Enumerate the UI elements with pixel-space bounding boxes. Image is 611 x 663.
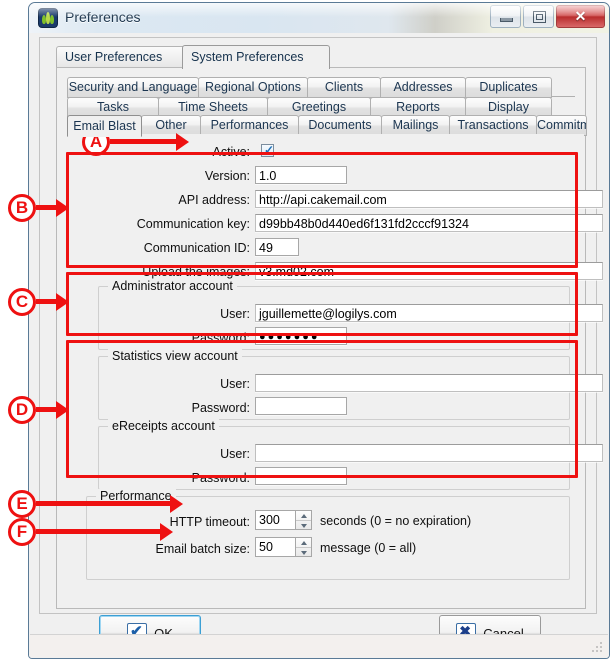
annotation-arrow-b-line (36, 205, 58, 210)
annotation-circle-b: B (8, 194, 36, 222)
restore-icon (533, 11, 546, 23)
tab-user-preferences[interactable]: User Preferences (56, 46, 198, 68)
version-input[interactable]: 1.0 (255, 166, 347, 184)
stats-password-input[interactable] (255, 397, 347, 415)
label-ereceipts-user: User: (220, 447, 250, 461)
screenshot-root: Preferences ✕ User Preferences System Pr… (0, 0, 611, 663)
http-timeout-input[interactable]: 300 (255, 510, 295, 530)
annotation-arrow-f-line (36, 529, 162, 534)
label-communication-key: Communication key: (136, 217, 250, 231)
annotation-arrow-c-head (56, 293, 69, 311)
minimize-button[interactable] (490, 5, 521, 28)
preferences-panel: User Preferences System Preferences Secu… (39, 37, 603, 614)
http-timeout-stepper[interactable]: 300 (255, 510, 312, 530)
performance-group: Performance (86, 489, 570, 580)
upload-images-input[interactable]: v3.md02.com (255, 262, 603, 280)
label-admin-user: User: (220, 307, 250, 321)
tab-transactions[interactable]: Transactions (449, 115, 537, 136)
http-timeout-spin-buttons[interactable] (295, 510, 312, 530)
ereceipts-user-input[interactable] (255, 444, 603, 462)
http-timeout-unit: seconds (0 = no expiration) (320, 514, 472, 528)
label-active: Active: (212, 145, 250, 159)
spin-up-icon[interactable] (296, 511, 311, 521)
email-batch-size-input[interactable]: 50 (255, 537, 295, 557)
tab-documents[interactable]: Documents (298, 115, 382, 136)
annotation-arrow-a-head (176, 133, 189, 151)
label-ereceipts-password: Password: (191, 471, 250, 485)
label-version: Version: (204, 169, 250, 183)
tab-duplicates[interactable]: Duplicates (465, 77, 552, 98)
ereceipts-password-input[interactable] (255, 467, 347, 485)
annotation-arrow-c-line (36, 299, 58, 304)
close-icon: ✕ (574, 8, 587, 24)
annotation-circle-f: F (8, 518, 36, 546)
preferences-window: Preferences ✕ User Preferences System Pr… (28, 2, 610, 659)
annotation-arrow-e-line (36, 501, 172, 506)
spin-down-icon[interactable] (296, 521, 311, 530)
status-bar (30, 634, 608, 657)
active-checkbox[interactable]: ✓ (261, 144, 274, 157)
window-controls: ✕ (490, 5, 605, 28)
spin-down-icon[interactable] (296, 548, 311, 557)
client-area: User Preferences System Preferences Secu… (29, 33, 609, 658)
annotation-arrow-d-line (36, 407, 58, 412)
stats-user-input[interactable] (255, 374, 603, 392)
email-batch-size-stepper[interactable]: 50 (255, 537, 312, 557)
system-preferences-panel: Security and Language Regional Options C… (56, 67, 603, 609)
window-title: Preferences (65, 9, 141, 25)
annotation-circle-c: C (8, 288, 36, 316)
label-upload-images: Upload the images: (142, 265, 250, 279)
minimize-icon (500, 18, 513, 22)
tab-addresses[interactable]: Addresses (380, 77, 466, 98)
annotation-arrow-b-head (56, 199, 69, 217)
annotation-circle-d: D (8, 396, 36, 424)
administrator-account-title: Administrator account (108, 279, 237, 293)
label-stats-password: Password: (191, 401, 250, 415)
communication-key-input[interactable]: d99bb48b0d440ed6f131fd2cccf91324 (255, 214, 603, 232)
spin-up-icon[interactable] (296, 538, 311, 548)
annotation-arrow-d-head (56, 401, 69, 419)
tab-regional-options[interactable]: Regional Options (198, 77, 308, 98)
tab-system-preferences[interactable]: System Preferences (182, 45, 330, 69)
label-stats-user: User: (220, 377, 250, 391)
annotation-arrow-f-head (160, 523, 173, 541)
tabs-level2-row3: Email Blast Other Performances Documents… (67, 115, 587, 137)
tab-performances[interactable]: Performances (200, 115, 299, 136)
restore-button[interactable] (523, 5, 554, 28)
annotation-arrow-a-line (110, 139, 178, 144)
email-batch-size-spin-buttons[interactable] (295, 537, 312, 557)
tabs-level2-row1: Security and Language Regional Options C… (67, 77, 575, 98)
tab-mailings[interactable]: Mailings (381, 115, 450, 136)
tab-email-blast[interactable]: Email Blast (67, 115, 142, 137)
annotation-arrow-e-head (170, 495, 183, 513)
label-communication-id: Communication ID: (143, 241, 250, 255)
email-batch-size-unit: message (0 = all) (320, 541, 417, 555)
ereceipts-account-title: eReceipts account (108, 419, 219, 433)
tab-security-and-language[interactable]: Security and Language (67, 77, 199, 98)
checkmark-icon: ✓ (264, 143, 275, 157)
api-address-input[interactable]: http://api.cakemail.com (255, 190, 603, 208)
label-api-address: API address: (178, 193, 250, 207)
resize-grip-icon[interactable] (592, 642, 604, 654)
label-email-batch-size: Email batch size: (155, 542, 250, 556)
email-blast-content: Active: ✓ Version: 1.0 API address: http… (58, 134, 603, 607)
communication-id-input[interactable]: 49 (255, 238, 299, 256)
admin-password-input[interactable]: ●●●●●●● (255, 327, 347, 345)
statistics-view-account-title: Statistics view account (108, 349, 242, 363)
tab-clients[interactable]: Clients (307, 77, 381, 98)
label-admin-password: Password: (191, 331, 250, 345)
admin-user-input[interactable]: jguillemette@logilys.com (255, 304, 603, 322)
tabs-level2-row2: Tasks Time Sheets Greetings Reports Disp… (67, 97, 575, 118)
close-button[interactable]: ✕ (556, 5, 605, 28)
logilys-app-icon (39, 9, 57, 27)
title-bar[interactable]: Preferences ✕ (29, 3, 609, 34)
tab-commitments[interactable]: Commitments (536, 115, 587, 136)
tab-other[interactable]: Other (141, 115, 201, 136)
annotation-circle-e: E (8, 490, 36, 518)
